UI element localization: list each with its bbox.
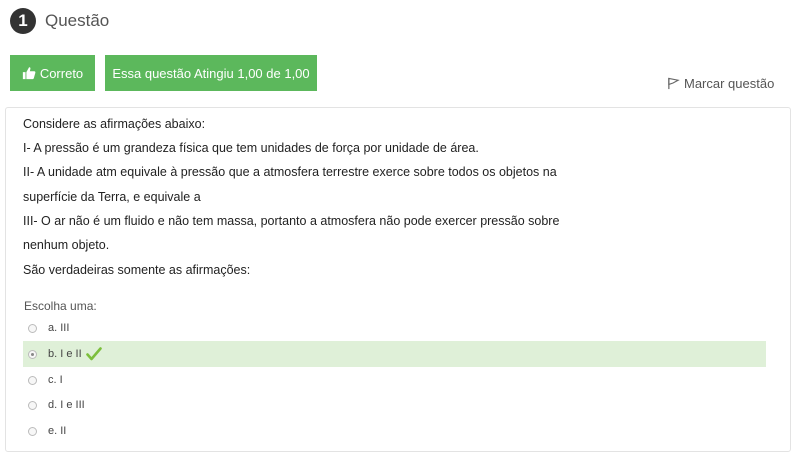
question-title: Questão xyxy=(45,11,110,30)
question-content-panel: Considere as afirmações abaixo: I- A pre… xyxy=(5,107,791,452)
statement-line: Considere as afirmações abaixo: xyxy=(23,117,206,131)
radio-button[interactable] xyxy=(28,323,37,333)
checkmark-icon xyxy=(85,347,102,361)
flag-question-label: Marcar questão xyxy=(684,76,775,91)
choose-one-prompt: Escolha uma: xyxy=(24,299,97,313)
option-label: b. I e II xyxy=(48,348,82,360)
statement-line: II- A unidade atm equivale à pressão que… xyxy=(23,165,557,179)
statement-line: III- O ar não é um fluido e não tem mass… xyxy=(23,214,560,228)
grade-badge: Essa questão Atingiu 1,00 de 1,00 xyxy=(105,55,317,91)
statement-line: São verdadeiras somente as afirmações: xyxy=(23,263,251,277)
option-label: e. II xyxy=(48,425,67,437)
thumbs-up-icon xyxy=(22,67,36,80)
answer-option-c[interactable]: c. I xyxy=(23,367,766,393)
question-number: 1 xyxy=(10,8,36,34)
question-header: 1 Questão xyxy=(10,8,109,34)
option-label: c. I xyxy=(48,374,63,386)
answer-option-b[interactable]: b. I e II xyxy=(23,341,766,367)
answer-option-d[interactable]: d. I e III xyxy=(23,392,766,418)
radio-button[interactable] xyxy=(28,400,37,410)
radio-button[interactable] xyxy=(28,426,37,436)
flag-icon xyxy=(668,77,680,90)
statement-line: nenhum objeto. xyxy=(23,238,110,252)
statement-line: superfície da Terra, e equivale a xyxy=(23,190,201,204)
radio-button[interactable] xyxy=(28,375,37,385)
option-label: d. I e III xyxy=(48,399,85,411)
flag-question-link[interactable]: Marcar questão xyxy=(667,76,774,91)
statement-line: I- A pressão é um grandeza física que te… xyxy=(23,141,479,155)
answer-option-a[interactable]: a. III xyxy=(23,315,766,341)
correct-status-badge: Correto xyxy=(10,55,95,91)
answer-option-e[interactable]: e. II xyxy=(23,418,766,444)
radio-button[interactable] xyxy=(28,349,37,359)
option-label: a. III xyxy=(48,322,70,334)
correct-label: Correto xyxy=(39,65,84,81)
